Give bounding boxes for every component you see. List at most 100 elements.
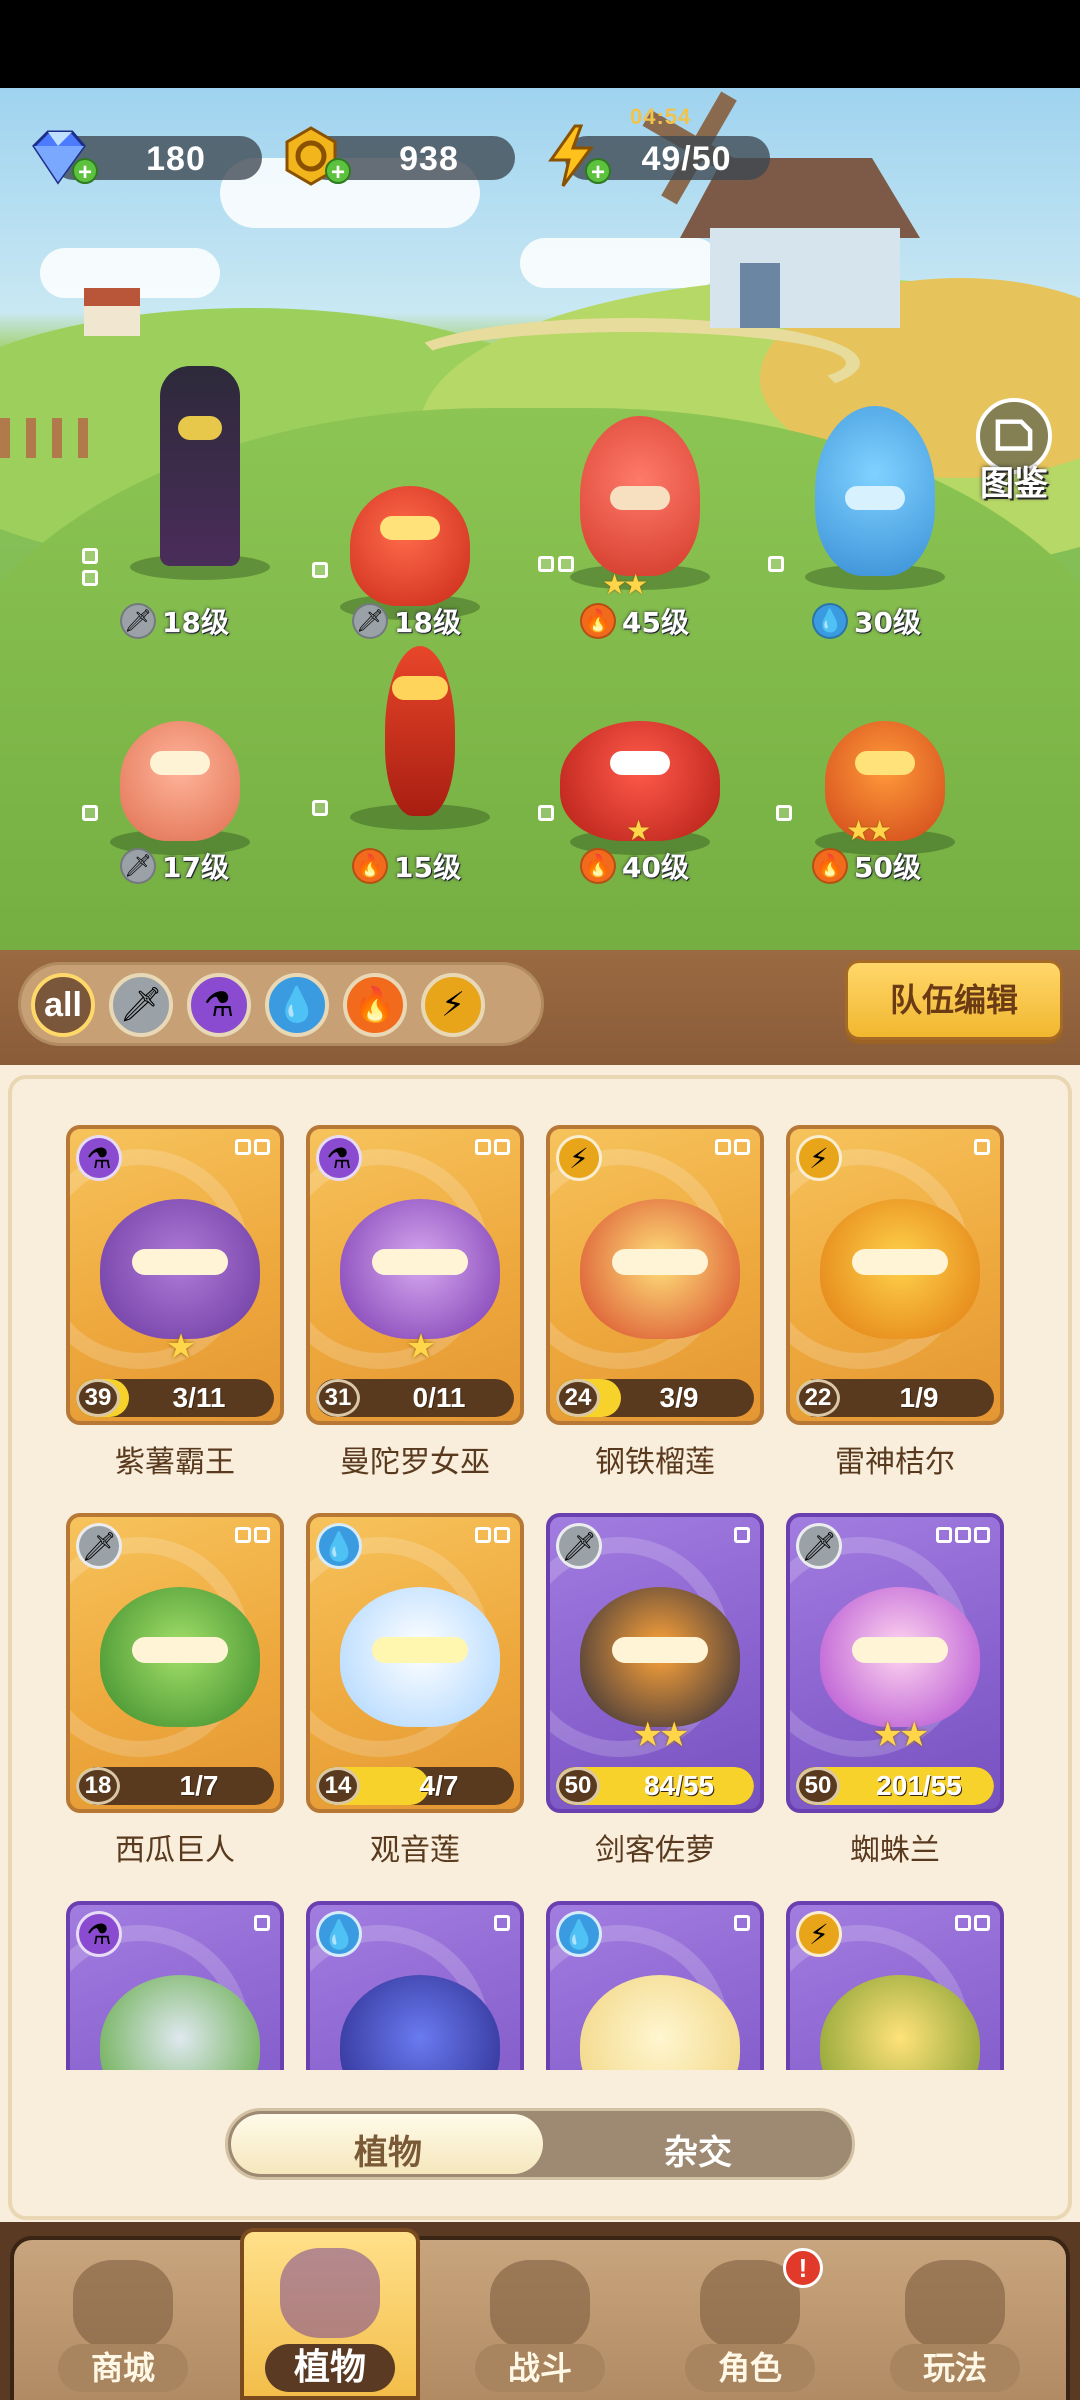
potion-icon: ⚗ — [203, 985, 235, 1025]
progress-text: 1/9 — [899, 1382, 939, 1413]
filter-all-button[interactable]: all — [31, 973, 95, 1037]
water-drop-icon: 💧 — [556, 1911, 602, 1957]
team-edit-button[interactable]: 队伍编辑 — [845, 960, 1063, 1040]
slot-indicator — [715, 1139, 750, 1155]
team-level: 💧 30级 — [812, 602, 921, 640]
lightning-icon: ⚡ — [796, 1135, 842, 1181]
slot-indicator — [235, 1139, 270, 1155]
filter-sword-button[interactable]: 🗡 — [109, 973, 173, 1037]
sword-icon: 🗡 — [556, 1523, 602, 1569]
notification-badge: ! — [783, 2248, 823, 2288]
fire-icon: 🔥 — [812, 848, 848, 884]
slot-indicator — [974, 1139, 990, 1155]
team-level: 🔥 45级 — [580, 602, 689, 640]
filter-lightning-button[interactable]: ⚡ — [421, 973, 485, 1037]
sword-icon: 🗡 — [119, 985, 163, 1025]
card-stars: ★★ — [632, 1715, 690, 1755]
diamond-count: 180 — [146, 140, 206, 178]
energy-timer: 04:54 — [630, 104, 692, 129]
lightning-icon: ⚡ — [796, 1911, 842, 1957]
card-level: 31 — [316, 1379, 360, 1417]
filter-fire-button[interactable]: 🔥 — [343, 973, 407, 1037]
slot-marker — [82, 570, 98, 586]
filter-water-button[interactable]: 💧 — [265, 973, 329, 1037]
potion-icon: ⚗ — [76, 1135, 122, 1181]
diamond-counter[interactable]: + 180 — [32, 130, 262, 186]
slot-indicator — [734, 1527, 750, 1543]
team-stars: ★ — [626, 814, 651, 847]
add-coins-button[interactable]: + — [325, 158, 351, 186]
team-member[interactable] — [775, 390, 975, 590]
slot-indicator — [475, 1139, 510, 1155]
plant-name: 钢铁榴莲 — [595, 1445, 715, 1480]
team-level: 🗡 18级 — [120, 602, 229, 640]
slot-marker — [82, 805, 98, 821]
card-level: 50 — [796, 1767, 840, 1805]
nav-shop[interactable]: 商城 — [38, 2240, 208, 2400]
plant-card-grid[interactable]: ⚗ ★ 3/11 39 紫薯霸王 ⚗ ★ 0/11 31 曼陀罗女巫 ⚡ 3/9 — [60, 1115, 1020, 2070]
lightning-icon: ⚡ — [441, 985, 465, 1025]
nav-label: 商城 — [58, 2344, 188, 2392]
slot-indicator — [475, 1527, 510, 1543]
hybrid-tab[interactable]: 杂交 — [538, 2125, 858, 2174]
plant-name: 蜘蛛兰 — [850, 1833, 940, 1868]
fire-icon: 🔥 — [353, 985, 397, 1025]
nav-label: 角色 — [685, 2344, 815, 2392]
small-house — [84, 288, 140, 336]
team-stars: ★★ — [846, 814, 892, 847]
nav-battle[interactable]: 战斗 — [455, 2240, 625, 2400]
slot-marker — [538, 556, 554, 572]
slot-indicator — [955, 1915, 990, 1931]
card-level: 22 — [796, 1379, 840, 1417]
slot-indicator — [936, 1527, 990, 1543]
team-member[interactable] — [310, 420, 510, 620]
energy-counter[interactable]: + 49/50 — [548, 124, 770, 187]
coin-counter[interactable]: + 938 — [285, 126, 515, 186]
nav-label: 植物 — [265, 2344, 395, 2392]
sword-icon: 🗡 — [796, 1523, 842, 1569]
team-level: 🗡 18级 — [352, 602, 461, 640]
lightning-icon: ⚡ — [556, 1135, 602, 1181]
water-drop-icon: 💧 — [275, 985, 319, 1025]
card-level: 39 — [76, 1379, 120, 1417]
plant-name: 剑客佐萝 — [595, 1833, 715, 1868]
progress-text: 0/11 — [412, 1382, 466, 1413]
team-member[interactable] — [80, 655, 280, 855]
nav-gameplay[interactable]: 玩法 — [870, 2240, 1040, 2400]
card-level: 18 — [76, 1767, 120, 1805]
filter-poison-button[interactable]: ⚗ — [187, 973, 251, 1037]
team-member[interactable] — [100, 366, 300, 580]
add-energy-button[interactable]: + — [585, 158, 611, 186]
water-drop-icon: 💧 — [316, 1523, 362, 1569]
plant-hybrid-toggle: 植物 杂交 — [225, 2108, 855, 2180]
slot-marker — [82, 548, 98, 564]
team-member[interactable] — [320, 630, 520, 830]
fire-icon: 🔥 — [580, 603, 616, 639]
battle-icon — [490, 2260, 590, 2350]
potion-icon: ⚗ — [76, 1911, 122, 1957]
add-diamonds-button[interactable]: + — [72, 158, 98, 186]
plant-name: 西瓜巨人 — [115, 1833, 235, 1868]
nav-plants[interactable]: 植物 — [240, 2228, 420, 2400]
card-stars: ★ — [165, 1327, 196, 1367]
team-stars: ★★ — [602, 568, 648, 601]
slot-marker — [538, 805, 554, 821]
slot-marker — [312, 562, 328, 578]
slot-marker — [776, 805, 792, 821]
slot-marker — [558, 556, 574, 572]
card-level: 24 — [556, 1379, 600, 1417]
slot-marker — [312, 800, 328, 816]
fence — [0, 418, 90, 458]
energy-count: 49/50 — [641, 140, 732, 178]
team-level: 🔥 15级 — [352, 847, 461, 885]
progress-text: 4/7 — [419, 1770, 459, 1801]
plants-tab[interactable]: 植物 — [228, 2125, 548, 2174]
card-level: 14 — [316, 1767, 360, 1805]
pokedex-label: 图鉴 — [980, 464, 1048, 504]
sword-icon: 🗡 — [120, 603, 156, 639]
sword-icon: 🗡 — [76, 1523, 122, 1569]
potion-icon: ⚗ — [316, 1135, 362, 1181]
team-level: 🗡 17级 — [120, 847, 229, 885]
pokedex-button[interactable]: 图鉴 — [972, 398, 1058, 504]
nav-character[interactable]: 角色 ! — [665, 2240, 835, 2400]
